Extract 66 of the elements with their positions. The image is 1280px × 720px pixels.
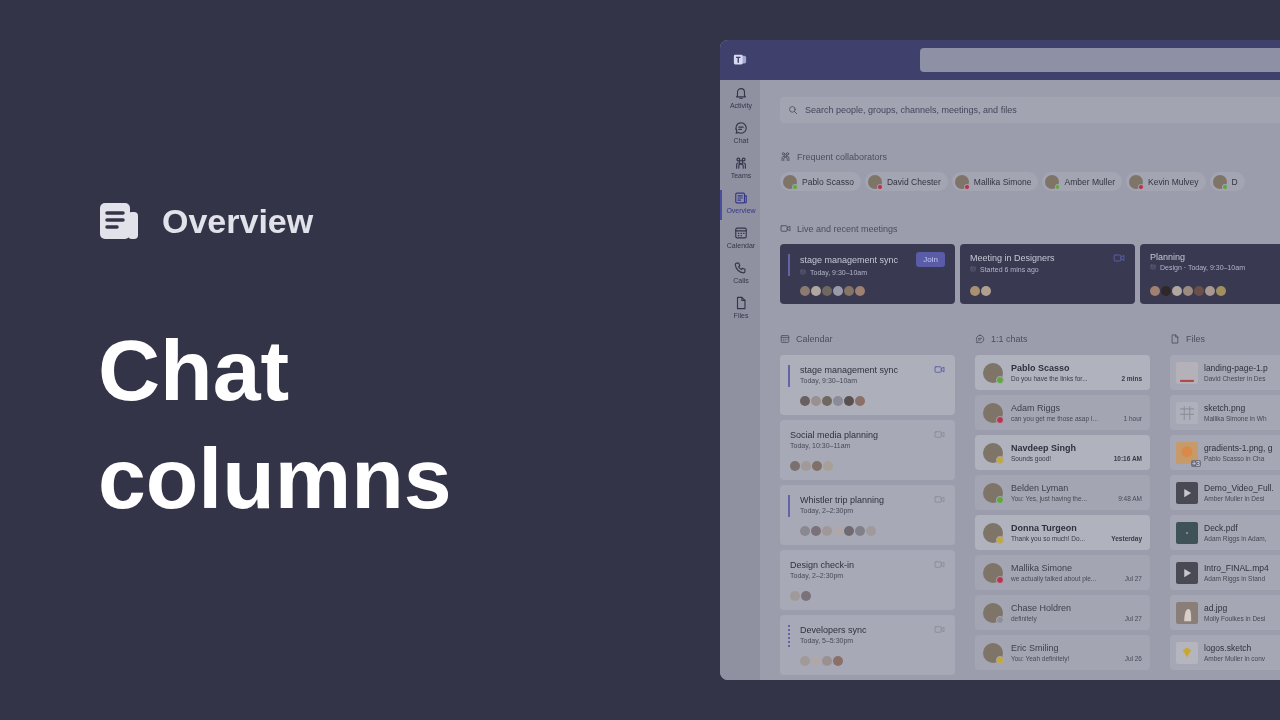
people-icon bbox=[780, 151, 791, 162]
chat-name: Mallika Simone bbox=[1011, 563, 1074, 573]
file-name: Intro_FINAL.mp4 bbox=[1204, 563, 1270, 573]
app-logo-icon bbox=[733, 53, 747, 67]
chat-name: Chase Holdren bbox=[1011, 603, 1073, 613]
chat-name: Adam Riggs bbox=[1011, 403, 1062, 413]
chat-icon bbox=[734, 121, 748, 135]
phone-icon bbox=[734, 261, 748, 275]
search-field[interactable]: Search people, groups, channels, meetings, and files bbox=[780, 97, 1280, 123]
file-icon bbox=[734, 296, 748, 310]
news-icon bbox=[734, 191, 748, 205]
chat-name: Pablo Scasso bbox=[1011, 363, 1071, 373]
file-name: Demo_Video_Full. bbox=[1204, 483, 1275, 493]
file-name: logos.sketch bbox=[1204, 643, 1253, 653]
column-heading: 1:1 chats bbox=[991, 334, 1028, 344]
section-label: Overview bbox=[162, 201, 314, 241]
video-icon bbox=[934, 429, 945, 440]
person-chip[interactable]: Kevin Mulvey bbox=[1126, 172, 1206, 191]
file-thumbnail bbox=[1176, 361, 1198, 384]
event-title: Developers sync bbox=[800, 624, 868, 635]
file-icon bbox=[1170, 334, 1180, 344]
event-title: stage management sync bbox=[800, 364, 900, 375]
file-thumbnail bbox=[1176, 401, 1198, 424]
person-chip[interactable]: Mallika Simone bbox=[951, 172, 1039, 191]
event-title: Design check-in bbox=[790, 559, 856, 570]
video-icon bbox=[934, 559, 945, 570]
file-name: landing-page-1.p bbox=[1204, 363, 1269, 373]
video-icon bbox=[1113, 252, 1125, 264]
file-thumbnail bbox=[1176, 641, 1198, 664]
event-title: Whistler trip planning bbox=[800, 494, 886, 505]
file-thumbnail bbox=[1176, 601, 1198, 624]
column-heading: Files bbox=[1186, 334, 1205, 344]
section-heading: Frequent collaborators bbox=[797, 151, 888, 162]
chat-name: Eric Smiling bbox=[1011, 643, 1060, 653]
person-chip[interactable]: Amber Muller bbox=[1042, 172, 1123, 191]
person-chip[interactable]: D bbox=[1209, 172, 1245, 191]
people-icon bbox=[734, 156, 748, 170]
file-name: ad.jpg bbox=[1204, 603, 1229, 613]
person-chip[interactable]: Pablo Scasso bbox=[780, 172, 861, 191]
person-chip[interactable]: David Chester bbox=[865, 172, 948, 191]
file-name: Deck.pdf bbox=[1204, 523, 1239, 533]
meeting-title: Meeting in Designers bbox=[970, 253, 1056, 263]
video-icon bbox=[934, 494, 945, 505]
top-search-bar[interactable] bbox=[920, 48, 1280, 72]
section-heading: Live and recent meetings bbox=[797, 223, 898, 234]
join-button[interactable]: Join bbox=[916, 252, 945, 267]
meeting-title: Planning bbox=[1150, 252, 1187, 262]
column-heading: Calendar bbox=[796, 334, 833, 344]
chat-name: Navdeep Singh bbox=[1011, 443, 1077, 453]
chat-icon bbox=[975, 334, 985, 344]
file-thumbnail bbox=[1176, 481, 1198, 504]
file-name: gradients-1.png, g bbox=[1204, 443, 1274, 453]
video-icon bbox=[934, 624, 945, 635]
file-name: sketch.png bbox=[1204, 403, 1247, 413]
news-icon bbox=[98, 200, 140, 242]
meeting-title: stage management sync bbox=[800, 254, 900, 265]
file-thumbnail bbox=[1176, 441, 1198, 464]
file-thumbnail bbox=[1176, 521, 1198, 544]
file-thumbnail bbox=[1176, 561, 1198, 584]
chat-name: Donna Turgeon bbox=[1011, 523, 1078, 533]
video-icon bbox=[780, 223, 791, 234]
slide-title: Chat columns bbox=[98, 321, 453, 528]
event-title: Social media planning bbox=[790, 429, 880, 440]
video-icon bbox=[934, 364, 945, 375]
bell-icon bbox=[734, 86, 748, 100]
chat-name: Belden Lyman bbox=[1011, 483, 1070, 493]
